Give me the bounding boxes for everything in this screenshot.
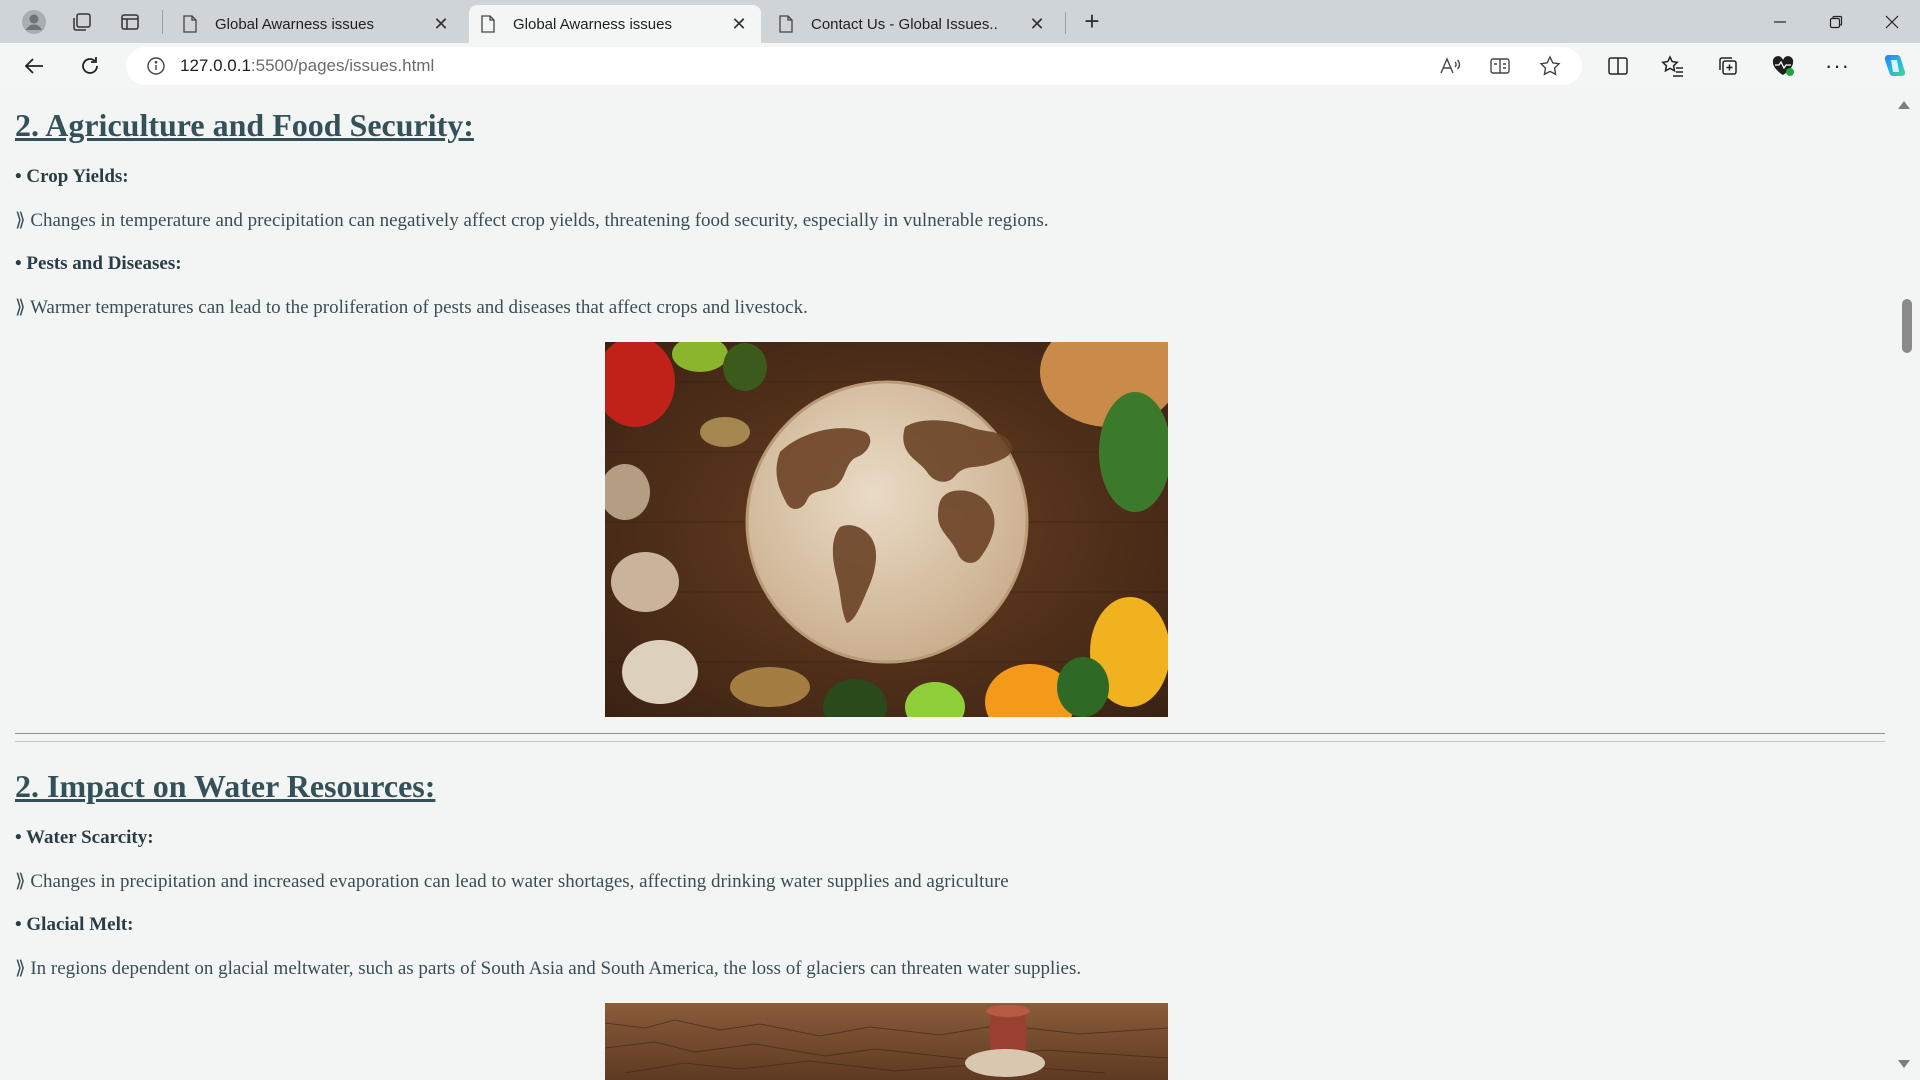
window-controls — [1752, 0, 1920, 43]
subheading-water-scarcity: • Water Scarcity: — [15, 827, 154, 848]
minimize-icon — [1774, 20, 1786, 23]
paragraph-glacial-melt: ⟫ In regions dependent on glacial meltwa… — [15, 958, 1082, 979]
refresh-button[interactable] — [68, 48, 112, 84]
paragraph-crop-yields: ⟫ Changes in temperature and precipitati… — [15, 210, 1049, 231]
collections-icon — [1718, 57, 1737, 75]
tab-1[interactable]: Global Awarness issues ✕ — [171, 5, 463, 43]
plus-icon: + — [1084, 6, 1100, 36]
water-scarcity-image — [605, 1003, 1168, 1080]
subheading-pests-diseases: • Pests and Diseases: — [15, 253, 182, 274]
tab-actions-button[interactable] — [108, 4, 152, 40]
section-divider — [15, 733, 1885, 734]
close-icon[interactable]: ✕ — [429, 12, 453, 36]
tab-separator — [1065, 11, 1066, 34]
immersive-reader-icon — [1490, 58, 1510, 74]
workspaces-button[interactable] — [60, 4, 104, 40]
favorites-button[interactable] — [1645, 43, 1700, 89]
section-heading-agriculture: 2. Agriculture and Food Security: — [15, 107, 474, 143]
favorites-list-icon — [1660, 55, 1683, 77]
page-icon — [777, 14, 795, 34]
refresh-icon — [82, 57, 98, 74]
url-path: :5500/pages/issues.html — [250, 56, 435, 75]
section-heading-water: 2. Impact on Water Resources: — [15, 768, 436, 804]
tab-separator — [162, 9, 163, 34]
new-tab-button[interactable]: + — [1072, 4, 1112, 40]
subheading-crop-yields: • Crop Yields: — [15, 166, 129, 187]
page-scrollbar[interactable] — [1886, 89, 1920, 1080]
scrollbar-thumb[interactable] — [1902, 299, 1912, 353]
browser-essentials-button[interactable] — [1755, 43, 1810, 89]
favorite-star-button[interactable] — [1528, 48, 1572, 84]
url-host: 127.0.0.1 — [180, 56, 251, 75]
read-aloud-button[interactable] — [1428, 48, 1472, 84]
url-text[interactable]: 127.0.0.1:5500/pages/issues.html — [180, 56, 434, 76]
tab-title: Global Awarness issues — [513, 15, 672, 33]
heart-pulse-icon — [1772, 56, 1794, 76]
tab-title: Global Awarness issues — [215, 15, 374, 33]
page-icon — [479, 14, 497, 34]
scroll-up-arrow-icon[interactable] — [1898, 101, 1910, 109]
back-button[interactable] — [12, 48, 56, 84]
more-menu-button[interactable]: ··· — [1810, 43, 1865, 89]
restore-button[interactable] — [1808, 0, 1864, 43]
star-icon — [1539, 55, 1561, 76]
browser-toolbar: 127.0.0.1:5500/pages/issues.html ··· — [0, 43, 1920, 89]
minimize-button[interactable] — [1752, 0, 1808, 43]
food-security-image — [605, 342, 1168, 717]
close-icon[interactable]: ✕ — [1025, 12, 1049, 36]
copilot-button[interactable] — [1865, 43, 1920, 89]
close-icon[interactable]: ✕ — [727, 12, 751, 36]
page-viewport: 2. Agriculture and Food Security: • Crop… — [0, 89, 1920, 1080]
split-screen-icon — [1607, 57, 1628, 75]
section-divider-shadow — [15, 741, 1885, 742]
back-arrow-icon — [24, 58, 43, 74]
scroll-down-arrow-icon[interactable] — [1898, 1060, 1910, 1068]
tab-3[interactable]: Contact Us - Global Issues.. ✕ — [767, 5, 1059, 43]
restore-icon — [1829, 15, 1843, 28]
profile-button[interactable] — [12, 4, 56, 40]
tab-strip: Global Awarness issues ✕ Global Awarness… — [0, 0, 1920, 43]
paragraph-pests-diseases: ⟫ Warmer temperatures can lead to the pr… — [15, 297, 808, 318]
tab-title: Contact Us - Global Issues.. — [811, 15, 998, 33]
tab-2-active[interactable]: Global Awarness issues ✕ — [469, 5, 761, 43]
address-bar[interactable]: 127.0.0.1:5500/pages/issues.html — [126, 47, 1582, 85]
collections-button[interactable] — [1700, 43, 1755, 89]
close-window-button[interactable] — [1864, 0, 1920, 43]
copilot-icon — [1884, 55, 1905, 76]
more-dots-icon: ··· — [1825, 53, 1850, 78]
workspaces-icon — [73, 12, 91, 31]
immersive-reader-button[interactable] — [1478, 48, 1522, 84]
split-screen-button[interactable] — [1590, 43, 1645, 89]
paragraph-water-scarcity: ⟫ Changes in precipitation and increased… — [15, 871, 1009, 892]
read-aloud-icon — [1440, 57, 1461, 74]
tab-actions-icon — [121, 13, 139, 30]
close-icon — [1885, 15, 1899, 28]
subheading-glacial-melt: • Glacial Melt: — [15, 914, 134, 935]
profile-icon — [22, 9, 46, 34]
page-icon — [181, 14, 199, 34]
site-info-icon[interactable] — [144, 54, 168, 78]
